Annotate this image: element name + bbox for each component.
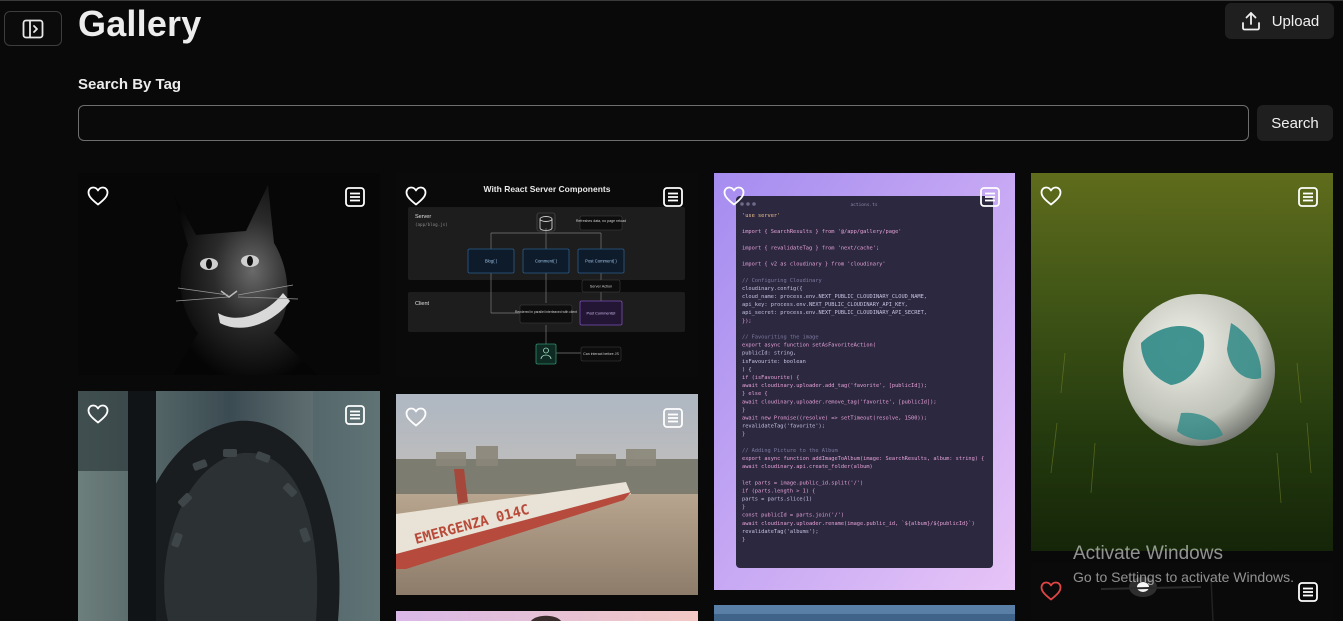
diagram-title: With React Server Components <box>484 184 611 194</box>
gallery-image-soccer-ball <box>1031 173 1333 551</box>
code-line: } <box>742 407 745 413</box>
code-line: // Configuring Cloudinary <box>742 278 822 284</box>
code-line: export async function setAsFavoriteActio… <box>742 343 876 349</box>
gallery-image-bike-tire <box>78 391 380 621</box>
upload-icon <box>1241 12 1260 31</box>
heart-icon[interactable] <box>404 184 428 208</box>
code-line: cloudinary.config({ <box>742 286 803 292</box>
code-line: await cloudinary.uploader.remove_tag('fa… <box>742 399 937 405</box>
code-line: let parts = image.public_id.split('/') <box>742 480 863 486</box>
code-line: await cloudinary.uploader.add_tag('favor… <box>742 383 927 389</box>
code-line: // Adding Picture to the Album <box>742 448 838 454</box>
code-line: }); <box>742 318 752 324</box>
code-line: const publicId = parts.join('/') <box>742 513 844 519</box>
gallery-image-card[interactable]: actions.ts 'use server' import { SearchRe… <box>714 173 1015 590</box>
gallery-image-card[interactable] <box>78 173 380 375</box>
watermark-title: Activate Windows <box>1073 543 1223 564</box>
sidebar-toggle-button[interactable] <box>4 11 62 46</box>
activate-windows-watermark: Activate Windows Go to Settings to activ… <box>1073 543 1294 587</box>
diagram-client-label: Client <box>415 301 430 307</box>
code-line: import { v2 as cloudinary } from 'cloudi… <box>742 262 886 268</box>
diagram-post-comment-ui: Post CommentUI <box>587 312 616 316</box>
code-line: } else { <box>742 391 768 397</box>
gallery-image-card[interactable]: With React Server Components Server (app… <box>396 173 698 377</box>
menu-icon[interactable] <box>1297 581 1319 603</box>
menu-icon[interactable] <box>344 186 366 208</box>
diagram-rendered-note: Rendered in parallel interleaved with cl… <box>515 310 577 314</box>
heart-icon-filled[interactable] <box>1039 579 1063 603</box>
code-line: await new Promise((resolve) => setTimeou… <box>742 416 927 422</box>
code-line: revalidateTag('albums'); <box>742 529 819 535</box>
code-line: import { SearchResults } from '@/app/gal… <box>742 229 901 235</box>
gallery-image-card[interactable] <box>1031 173 1333 551</box>
watermark-subtitle: Go to Settings to activate Windows. <box>1073 569 1294 585</box>
menu-icon[interactable] <box>1297 186 1319 208</box>
gallery-image-beach-boat: EMERGENZA 014C <box>396 394 698 595</box>
code-line: if (parts.length > 1) { <box>742 488 815 494</box>
code-line: } <box>742 537 745 543</box>
code-line: } <box>742 505 745 511</box>
upload-label: Upload <box>1271 12 1320 30</box>
menu-icon[interactable] <box>662 407 684 429</box>
code-line: api_secret: process.env.NEXT_PUBLIC_CLOU… <box>742 310 927 316</box>
code-line: parts = parts.slice(1) <box>742 497 812 503</box>
menu-icon[interactable] <box>979 186 1001 208</box>
code-line: export async function addImageToAlbum(im… <box>742 456 984 462</box>
heart-icon[interactable] <box>404 405 428 429</box>
diagram-server-path: (app/blog.js) <box>415 222 448 227</box>
gallery-image-diagram: With React Server Components Server (app… <box>396 173 698 377</box>
code-line: if (isFavourite) { <box>742 375 799 381</box>
diagram-box-comment: Comment( ) <box>535 259 558 264</box>
diagram-server-label: Server <box>415 214 431 220</box>
diagram-box-post-comment: Post Comment( ) <box>585 259 617 264</box>
top-border <box>0 0 1343 1</box>
code-line: revalidateTag('favorite'); <box>742 424 825 430</box>
gallery-image-card[interactable] <box>396 611 698 621</box>
gallery-image-card[interactable] <box>714 605 1015 621</box>
search-input[interactable] <box>78 105 1249 141</box>
heart-icon[interactable] <box>86 402 110 426</box>
code-line: await cloudinary.uploader.rename(image.p… <box>742 521 975 527</box>
gallery-image-partial <box>396 611 698 621</box>
gallery-image-cat <box>78 173 380 375</box>
heart-icon[interactable] <box>1039 184 1063 208</box>
diagram-interact-note: Can interact before JS <box>583 352 619 356</box>
code-line: } <box>742 432 745 438</box>
page-title: Gallery <box>78 3 202 44</box>
gallery-image-code: actions.ts 'use server' import { SearchRe… <box>714 173 1015 590</box>
heart-icon[interactable] <box>86 184 110 208</box>
diagram-box-blog: Blog( ) <box>485 259 498 264</box>
code-filename: actions.ts <box>850 202 877 208</box>
code-line: // Favouriting the image <box>742 335 819 341</box>
gallery-image-partial <box>714 605 1015 621</box>
gallery-image-card[interactable]: EMERGENZA 014C <box>396 394 698 595</box>
code-line: api_key: process.env.NEXT_PUBLIC_CLOUDIN… <box>742 302 908 308</box>
code-line: import { revalidateTag } from 'next/cach… <box>742 245 879 251</box>
menu-icon[interactable] <box>344 404 366 426</box>
heart-icon[interactable] <box>722 184 746 208</box>
code-line: isFavourite: boolean <box>742 359 806 365</box>
diagram-server-action: Server Action <box>590 285 613 289</box>
code-line: 'use server' <box>742 213 780 219</box>
gallery-image-card[interactable] <box>78 391 380 621</box>
code-line: await cloudinary.api.create_folder(album… <box>742 464 873 470</box>
code-line: publicId: string, <box>742 351 796 357</box>
upload-button[interactable]: Upload <box>1225 3 1334 39</box>
diagram-db-note: Refreshes data, no page reload <box>576 219 626 223</box>
code-line: cloud_name: process.env.NEXT_PUBLIC_CLOU… <box>742 294 927 300</box>
panel-left-icon <box>22 19 44 38</box>
search-button[interactable]: Search <box>1257 105 1333 141</box>
search-label: Search By Tag <box>78 76 182 93</box>
menu-icon[interactable] <box>662 186 684 208</box>
code-line: ) { <box>742 367 752 373</box>
